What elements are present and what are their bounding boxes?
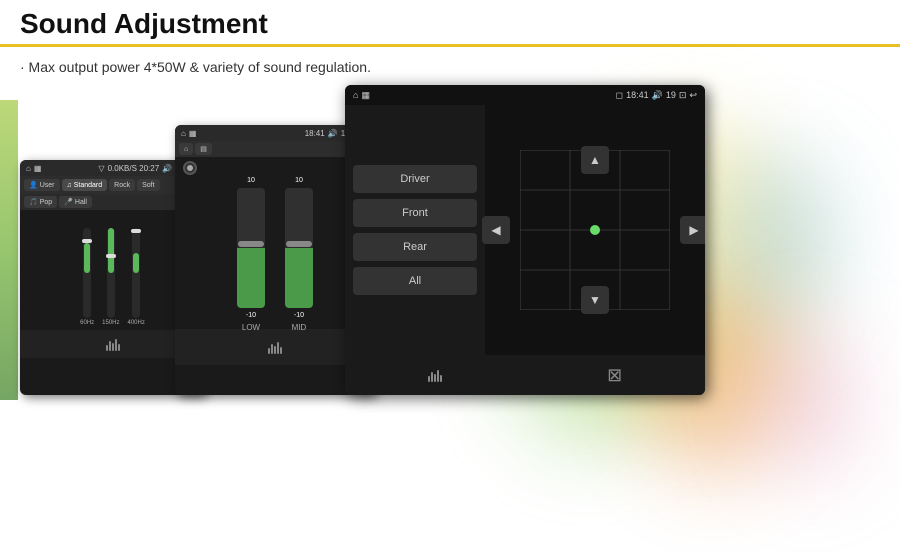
screen3-no-signal-icon: ◻: [616, 90, 623, 101]
tab-pop[interactable]: 🎵 Pop: [24, 196, 57, 208]
btn-all[interactable]: All: [353, 267, 477, 295]
screen3-volume-icon: 🔊: [652, 90, 663, 101]
eq-band-60hz: 60Hz: [80, 228, 94, 326]
eq2-fill-top-mid: [285, 188, 313, 243]
screen1-volume-icon: 🔊: [162, 164, 172, 173]
tab-standard[interactable]: ♫ Standard: [62, 179, 108, 191]
eq2-label-low: LOW: [242, 323, 260, 332]
screen3-window-icon: ⊡: [679, 90, 687, 101]
eq2-band-low: 10 -10 LOW: [237, 177, 265, 332]
eq-band-150hz: 150Hz: [102, 228, 119, 326]
eq-fill-400hz: [133, 253, 139, 273]
arrow-right-button[interactable]: ▶: [680, 216, 705, 244]
eq-band-400hz: 400Hz: [128, 228, 145, 326]
screen3-speaker-position: ⌂ ▦ ◻ 18:41 🔊 19 ⊡ ↩ Driver Front Rear A…: [345, 85, 705, 395]
screen1-status-text: 0.0KB/S 20:27: [108, 164, 160, 173]
music-icon: ♫: [67, 182, 72, 189]
eq2-fill-bottom-mid: [285, 248, 313, 308]
arrow-left-button[interactable]: ◀: [482, 216, 510, 244]
screen2-tab-home[interactable]: ⌂: [179, 143, 193, 155]
tab-soft[interactable]: Soft: [137, 179, 159, 191]
screen2-volume-icon: 🔊: [328, 129, 338, 138]
screenshots-container: ⌂ ▦ ▽ 0.0KB/S 20:27 🔊 5 ⊡ ↩ 👤 User ♫ Sta…: [0, 85, 900, 395]
eq2-neg-value-low: -10: [246, 312, 256, 319]
screen3-balance-icon[interactable]: ⊠: [607, 365, 622, 386]
screen2-home-icon: ⌂: [181, 129, 186, 138]
screen1-eq-icon: [106, 337, 120, 351]
screen2-status-time: 18:41: [305, 129, 325, 138]
screen3-main-content: Driver Front Rear All: [345, 105, 705, 355]
screen3-bottom-bar: ⊠: [345, 355, 705, 395]
tab-soft-label: Soft: [142, 182, 154, 189]
screen3-time: 18:41: [626, 90, 649, 100]
tab-hall-label: Hall: [75, 199, 87, 206]
eq2-label-mid: MID: [292, 323, 307, 332]
btn-driver[interactable]: Driver: [353, 165, 477, 193]
page-title: Sound Adjustment: [20, 8, 268, 40]
screen3-status-bar: ⌂ ▦ ◻ 18:41 🔊 19 ⊡ ↩: [345, 85, 705, 105]
tab-rock[interactable]: Rock: [109, 179, 135, 191]
tab-hall[interactable]: 🎤 Hall: [59, 196, 92, 208]
screen3-volume-value: 19: [666, 90, 676, 100]
screen3-home-icon: ⌂: [353, 90, 358, 100]
tab-rock-label: Rock: [114, 182, 130, 189]
eq-handle-400hz[interactable]: [131, 229, 141, 233]
screen1-home-icon: ⌂: [26, 164, 31, 173]
screen3-speaker-buttons: Driver Front Rear All: [345, 105, 485, 355]
eq2-value-low: 10: [247, 177, 255, 184]
eq2-neg-value-mid: -10: [294, 312, 304, 319]
s2-home-icon: ⌂: [184, 146, 188, 153]
pop-icon: 🎵: [29, 198, 38, 206]
screen2-eq-icon: [268, 340, 282, 354]
page-header: Sound Adjustment: [0, 0, 900, 47]
tab-user[interactable]: 👤 User: [24, 179, 60, 191]
eq2-value-mid: 10: [295, 177, 303, 184]
eq2-band-mid: 10 -10 MID: [285, 177, 313, 332]
eq-label-60hz: 60Hz: [80, 320, 94, 326]
hall-icon: 🎤: [64, 198, 73, 206]
screen3-position-grid-area: ▲ ▼ ◀ ▶: [485, 105, 705, 355]
screen2-menu-icon: ▦: [189, 129, 197, 138]
arrow-up-button[interactable]: ▲: [581, 146, 609, 174]
screen2-tab-eq[interactable]: ▤: [195, 143, 212, 155]
tab-pop-label: Pop: [40, 199, 52, 206]
btn-front[interactable]: Front: [353, 199, 477, 227]
screen2-radio-btn[interactable]: [183, 161, 197, 175]
eq-handle-60hz[interactable]: [82, 239, 92, 243]
eq2-handle-low[interactable]: [238, 241, 264, 247]
eq2-fill-bottom-low: [237, 248, 265, 308]
arrow-down-button[interactable]: ▼: [581, 286, 609, 314]
sound-position-grid[interactable]: ▲ ▼ ◀ ▶: [520, 150, 670, 310]
screen1-menu-icon: ▦: [34, 164, 42, 173]
eq-handle-150hz[interactable]: [106, 254, 116, 258]
tab-standard-label: Standard: [74, 182, 102, 189]
screen3-eq-icon[interactable]: [428, 368, 442, 382]
page-subtitle: · Max output power 4*50W & variety of so…: [0, 53, 900, 85]
left-accent-bar: [0, 100, 18, 400]
eq-label-400hz: 400Hz: [128, 320, 145, 326]
eq-label-150hz: 150Hz: [102, 320, 119, 326]
btn-rear[interactable]: Rear: [353, 233, 477, 261]
screen3-menu-icon: ▦: [361, 90, 370, 101]
eq-fill-60hz: [84, 243, 90, 273]
user-icon: 👤: [29, 181, 38, 189]
screen3-back-icon: ↩: [689, 90, 697, 101]
sound-position-dot[interactable]: [590, 225, 600, 235]
eq-fill-150hz: [108, 228, 114, 273]
screen1-signal-icon: ▽: [98, 164, 104, 173]
eq2-fill-top-low: [237, 188, 265, 243]
eq2-handle-mid[interactable]: [286, 241, 312, 247]
tab-user-label: User: [40, 182, 55, 189]
s2-eq-icon: ▤: [200, 145, 207, 153]
